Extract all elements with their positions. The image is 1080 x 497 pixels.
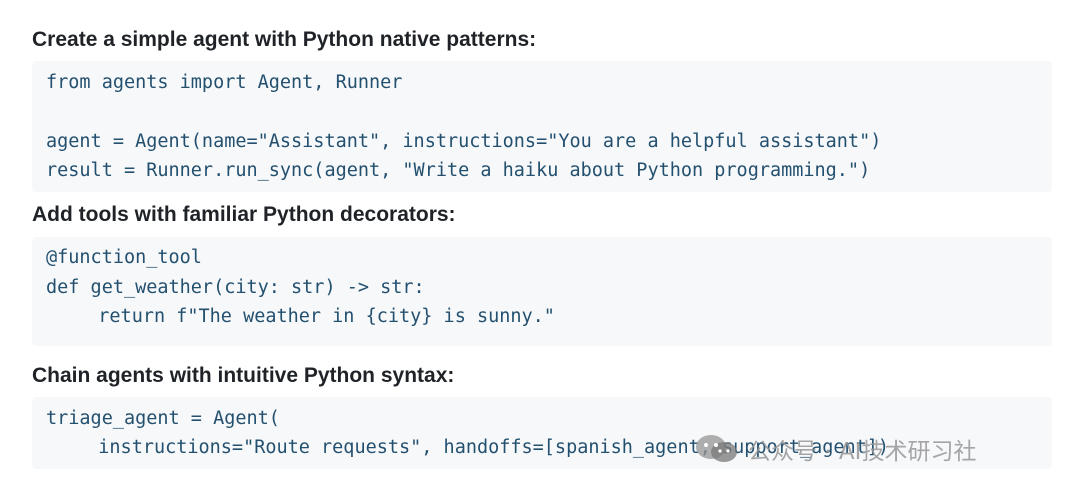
watermark-text: 公众号 · AI技术研习社 xyxy=(748,439,977,465)
code-line: from agents import Agent, Runner xyxy=(46,72,403,93)
code-block-tools: @function_tool def get_weather(city: str… xyxy=(32,237,1052,346)
code-line: @function_tool xyxy=(46,247,202,268)
code-line: triage_agent = Agent( xyxy=(46,408,280,429)
code-line: agent = Agent(name="Assistant", instruct… xyxy=(46,131,882,152)
watermark: 公众号 · AI技术研习社 xyxy=(694,432,976,466)
code-line: return f"The weather in {city} is sunny.… xyxy=(76,306,555,327)
code-block-simple-agent: from agents import Agent, Runner agent =… xyxy=(32,61,1052,192)
code-line: result = Runner.run_sync(agent, "Write a… xyxy=(46,160,871,181)
section-heading-chain-agents: Chain agents with intuitive Python synta… xyxy=(32,364,455,387)
section-heading-tools: Add tools with familiar Python decorator… xyxy=(32,203,456,226)
section-heading-simple-agent: Create a simple agent with Python native… xyxy=(32,28,537,51)
wechat-icon xyxy=(696,435,737,462)
code-line: def get_weather(city: str) -> str: xyxy=(46,277,425,298)
